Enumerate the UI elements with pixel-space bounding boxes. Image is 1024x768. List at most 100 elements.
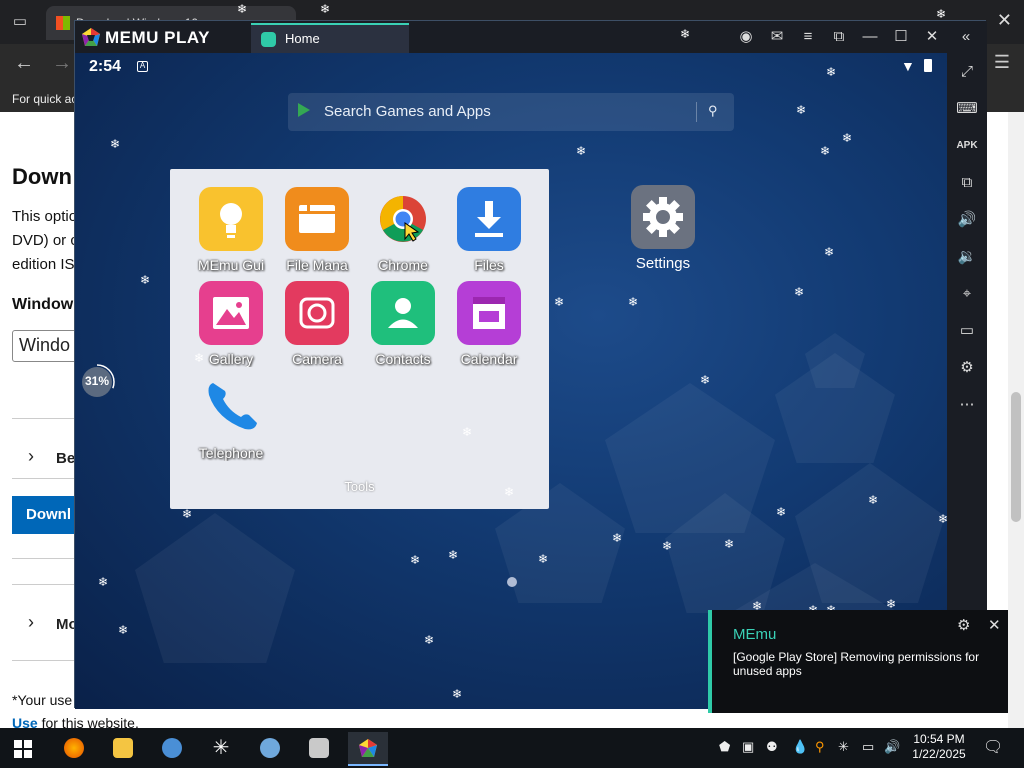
- app-settings[interactable]: Settings: [627, 185, 699, 281]
- snowflake-icon: ❄: [680, 27, 691, 41]
- notifications-icon[interactable]: 🗨: [983, 737, 1003, 757]
- play-store-icon: [298, 103, 310, 117]
- multi-instance-icon[interactable]: ⧉: [954, 170, 980, 196]
- folder-name[interactable]: Tools: [170, 479, 549, 494]
- taskbar-clock[interactable]: 10:54 PM 1/22/2025: [904, 732, 974, 762]
- tab-home[interactable]: Home: [251, 23, 409, 53]
- volume-up-icon[interactable]: 🔊: [954, 207, 980, 233]
- menu-icon[interactable]: ☰: [994, 52, 1010, 73]
- divider: [12, 418, 82, 419]
- settings-icon[interactable]: ⚙: [954, 355, 980, 381]
- taskbar-file-explorer[interactable]: [103, 732, 143, 766]
- camera-icon: [285, 281, 349, 345]
- snowflake-tray-icon[interactable]: ✳: [838, 739, 849, 755]
- location-icon[interactable]: ⌖: [954, 281, 980, 307]
- windows-start-icon[interactable]: [14, 740, 32, 758]
- taskbar-snowflake-app[interactable]: ✳: [201, 732, 241, 766]
- snowflake-icon: ❄: [448, 548, 459, 562]
- download-icon: [457, 187, 521, 251]
- more-icon[interactable]: ⋯: [954, 392, 980, 418]
- search-bar[interactable]: Search Games and Apps ⚲: [288, 93, 734, 131]
- mail-icon[interactable]: ✉: [766, 26, 788, 48]
- taskbar-archive-app[interactable]: [299, 732, 339, 766]
- chevron-right-icon[interactable]: ›: [28, 446, 34, 467]
- network-icon[interactable]: ▭: [862, 739, 874, 755]
- taskbar-people[interactable]: [152, 732, 192, 766]
- scrollbar-thumb[interactable]: [1011, 392, 1021, 522]
- snowflake-icon: ❄: [938, 512, 949, 526]
- wifi-icon: ▼: [901, 58, 915, 74]
- chevron-right-icon[interactable]: ›: [28, 612, 34, 633]
- app-label: Files: [474, 257, 504, 273]
- background-shape: [135, 513, 295, 663]
- snowflake-icon: ❄: [724, 537, 735, 551]
- app-label: MEmu Gui: [197, 257, 265, 273]
- taskbar-memu[interactable]: [348, 732, 388, 766]
- taskbar: ✳ ⬟ ▣ ⚉ 💧 ⚲ ✳ ▭ 🔊 10:54 PM 1/22/2025 🗨: [0, 728, 1024, 768]
- snowflake-icon: ❄: [98, 575, 109, 589]
- folder-icon[interactable]: ▭: [954, 318, 980, 344]
- collapse-sidebar-icon[interactable]: «: [955, 26, 977, 48]
- tab-home-label: Home: [285, 31, 320, 46]
- app-contacts[interactable]: Contacts: [360, 281, 446, 375]
- page-scrollbar[interactable]: [1008, 112, 1024, 728]
- search-tray-icon[interactable]: ⚲: [815, 739, 825, 755]
- maximize-icon[interactable]: ☐: [890, 26, 912, 48]
- app-label: Camera: [292, 351, 342, 367]
- app-files[interactable]: Files: [446, 187, 532, 281]
- people-tray-icon[interactable]: ⚉: [766, 739, 778, 755]
- snowflake-icon: ❄: [612, 531, 623, 545]
- gear-icon[interactable]: ⚙: [957, 616, 970, 634]
- drop-tray-icon[interactable]: 💧: [792, 739, 808, 755]
- taskbar-firefox[interactable]: [54, 732, 94, 766]
- app-chrome[interactable]: Chrome: [360, 187, 446, 281]
- snowflake-icon: ❄: [826, 65, 837, 79]
- loading-progress: 31%: [79, 364, 115, 400]
- back-arrow-icon[interactable]: ←: [14, 52, 34, 75]
- expander-label[interactable]: Be: [56, 450, 75, 467]
- download-button[interactable]: Downl: [12, 496, 82, 534]
- edition-select[interactable]: Windo: [12, 330, 82, 362]
- snowflake-icon: ❄: [140, 273, 151, 287]
- notification-toast[interactable]: MEmu [Google Play Store] Removing permis…: [708, 610, 1008, 713]
- minimize-icon[interactable]: —: [859, 26, 881, 48]
- app-calendar[interactable]: Calendar: [446, 281, 532, 375]
- snowflake-icon: ❄: [504, 485, 515, 499]
- menu-icon[interactable]: ≡: [797, 26, 819, 48]
- taskbar-globe-app[interactable]: [250, 732, 290, 766]
- background-shape: [605, 383, 775, 533]
- apk-icon[interactable]: APK: [954, 133, 980, 159]
- app-memu-guide[interactable]: MEmu Gui: [188, 187, 274, 281]
- folder-icon: [285, 187, 349, 251]
- account-icon[interactable]: ◉: [735, 26, 757, 48]
- snowflake-icon: ❄: [118, 623, 129, 637]
- snowflake-icon: ❄: [776, 505, 787, 519]
- footer-text: *Your use: [12, 692, 73, 708]
- memu-logo-icon: [359, 739, 377, 757]
- app-telephone[interactable]: Telephone: [188, 375, 274, 469]
- close-icon[interactable]: ✕: [921, 26, 943, 48]
- volume-down-icon[interactable]: 🔉: [954, 244, 980, 270]
- app-file-manager[interactable]: File Mana: [274, 187, 360, 281]
- snowflake-icon: ❄: [842, 131, 853, 145]
- forward-arrow-icon[interactable]: →: [52, 52, 72, 75]
- snowflake-icon: ✳: [212, 737, 230, 759]
- tab-actions-icon[interactable]: ▭: [10, 12, 30, 32]
- close-icon[interactable]: ✕: [997, 10, 1012, 31]
- search-icon[interactable]: ⚲: [708, 103, 718, 119]
- contacts-icon: [371, 281, 435, 345]
- windows-edition-label: Window: [12, 296, 74, 313]
- volume-icon[interactable]: 🔊: [884, 739, 900, 755]
- memu-title-bar: MEMU PLAY Home ◉ ✉ ≡ ⧉ — ☐ ✕ «: [75, 21, 987, 53]
- snowflake-icon: ❄: [820, 144, 831, 158]
- snowflake-icon: ❄: [182, 507, 193, 521]
- memu-tray-icon[interactable]: ⬟: [719, 739, 730, 755]
- snowflake-icon: ❄: [796, 103, 807, 117]
- close-icon[interactable]: ✕: [988, 616, 1001, 634]
- screen-control-icon[interactable]: ⧉: [828, 26, 850, 48]
- keyboard-icon[interactable]: ⌨: [954, 96, 980, 122]
- app-folder[interactable]: MEmu Gui File Mana Chrome Files Gallery …: [170, 169, 549, 509]
- screen-tray-icon[interactable]: ▣: [742, 739, 754, 755]
- fullscreen-icon[interactable]: ⤢: [954, 59, 980, 85]
- app-camera[interactable]: Camera: [274, 281, 360, 375]
